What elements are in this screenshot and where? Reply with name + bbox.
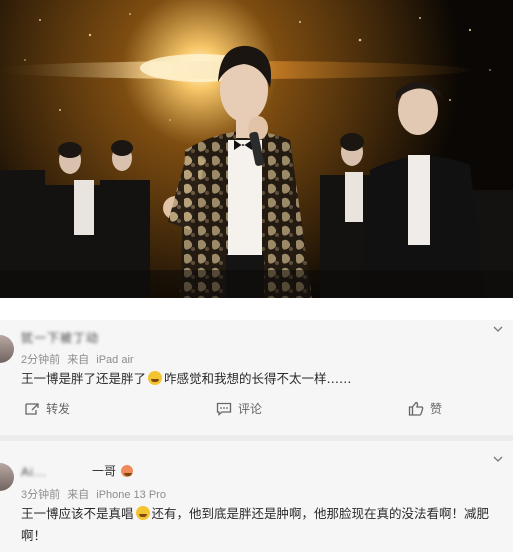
username-suffix: 一哥 xyxy=(92,462,135,479)
like-button[interactable]: 赞 xyxy=(408,400,442,417)
comment-button[interactable]: 评论 xyxy=(216,400,262,417)
spacer xyxy=(0,298,513,320)
device-name[interactable]: iPad air xyxy=(96,354,133,366)
grinning-sweat-emoji-icon xyxy=(148,371,163,385)
thumbs-up-icon xyxy=(408,401,424,416)
timestamp: 3分钟前 xyxy=(21,489,61,501)
comment-meta: 3分钟前 来自 iPhone 13 Pro xyxy=(21,486,170,502)
source-prefix: 来自 xyxy=(67,489,90,501)
concert-stage-photo xyxy=(0,0,513,298)
face-icon xyxy=(121,464,134,477)
comment-text: 王一博是胖了还是胖了 咋感觉和我想的长得不太一样…… xyxy=(21,368,501,390)
username-suffix-text: 一哥 xyxy=(92,464,117,478)
source-prefix: 来自 xyxy=(67,354,90,366)
comment-meta: 2分钟前 来自 iPad air xyxy=(21,351,138,367)
username[interactable]: Ai... xyxy=(21,465,47,479)
action-bar: 转发 评论 赞 xyxy=(0,400,513,422)
username[interactable]: 犹一下被丁动 xyxy=(21,329,99,346)
comment-card: 犹一下被丁动 2分钟前 来自 iPad air 王一博是胖了还是胖了 咋感觉和我想… xyxy=(0,320,513,441)
device-name[interactable]: iPhone 13 Pro xyxy=(96,489,166,501)
repost-label: 转发 xyxy=(46,402,71,416)
timestamp: 2分钟前 xyxy=(21,354,61,366)
comment-text-part2: 咋感觉和我想的长得不太一样…… xyxy=(164,371,352,386)
like-label: 赞 xyxy=(430,402,443,416)
repost-button[interactable]: 转发 xyxy=(24,400,70,417)
comment-text: 王一博应该不是真唱 还有，他到底是胖还是肿啊，他那脸现在真的没法看啊！减肥啊！ xyxy=(21,503,501,547)
avatar[interactable] xyxy=(0,463,14,491)
repost-icon xyxy=(25,402,39,415)
comment-label: 评论 xyxy=(238,402,263,416)
avatar[interactable] xyxy=(0,335,14,363)
comment-icon xyxy=(216,402,232,416)
comment-card: Ai... 一哥 3分钟前 来自 iPhone 13 Pro 王一博应该不是真唱… xyxy=(0,441,513,552)
grinning-sweat-emoji-icon xyxy=(135,506,150,520)
chevron-down-icon[interactable] xyxy=(493,324,503,334)
comment-text-part1: 王一博应该不是真唱 xyxy=(21,506,134,521)
comment-text-part1: 王一博是胖了还是胖了 xyxy=(21,371,147,386)
chevron-down-icon[interactable] xyxy=(493,454,503,464)
comments-list: 犹一下被丁动 2分钟前 来自 iPad air 王一博是胖了还是胖了 咋感觉和我想… xyxy=(0,320,513,552)
